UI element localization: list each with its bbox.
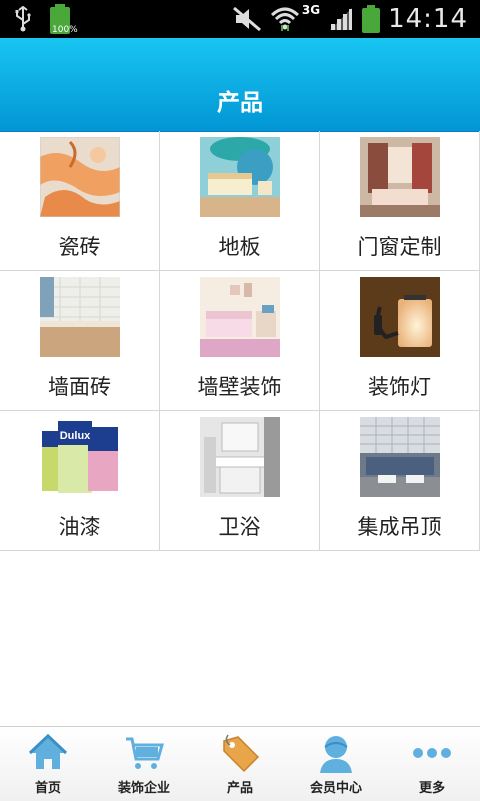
tag-icon [223,734,260,773]
nav-label: 装饰企业 [117,781,170,796]
nav-label: 更多 [418,781,445,796]
category-tile[interactable]: 卫浴 [160,411,320,551]
nav-item-more[interactable]: 更多 [384,727,480,801]
category-tile[interactable]: Dulux 油漆 [0,411,160,551]
status-bar: 100% 3G 14:14 [0,0,480,38]
category-tile[interactable]: 墙壁装饰 [160,271,320,411]
floor-photo [200,137,280,217]
category-tile[interactable]: 墙面砖 [0,271,160,411]
nav-item-member-center[interactable]: 会员中心 [288,727,384,801]
category-tile[interactable]: 集成吊顶 [320,411,480,551]
mute-icon [232,6,261,32]
ceiling-photo [360,417,440,497]
paint-photo: Dulux [40,417,120,497]
category-label: 墙面砖 [48,375,111,399]
category-label: 瓷砖 [58,235,101,259]
category-tile[interactable]: 地板 [160,131,320,271]
category-label: 卫浴 [218,515,261,539]
tile-photo [40,137,120,217]
user-icon [320,736,352,773]
paint-brand-text: Dulux [60,430,91,442]
category-label: 地板 [218,235,261,259]
category-label: 集成吊顶 [357,515,442,539]
more-icon [413,748,451,758]
category-tile[interactable]: 瓷砖 [0,131,160,271]
product-category-grid: 瓷砖 地板 门窗定制 墙面砖 墙壁装饰 装饰灯 Dulux 油漆 卫浴 集成吊顶 [0,131,480,551]
battery-icon [362,5,381,33]
category-label: 门窗定制 [357,235,442,259]
bottom-nav: 首页 装饰企业 产品 会员中心 更多 [0,726,480,801]
decor-lamp-photo [360,277,440,357]
title-bar: 产品 [0,38,480,132]
network-type: 3G [301,3,321,17]
bathroom-photo [200,417,280,497]
category-label: 油漆 [58,515,101,539]
nav-item-products[interactable]: 产品 [192,727,288,801]
page-title: 产品 [217,90,263,116]
clock: 14:14 [388,4,468,34]
nav-item-home[interactable]: 首页 [0,727,96,801]
signal-icon [330,8,353,30]
home-icon [28,733,68,769]
category-tile[interactable]: 门窗定制 [320,131,480,271]
wifi-icon [270,7,299,31]
nav-item-decor-companies[interactable]: 装饰企业 [96,727,192,801]
category-label: 墙壁装饰 [197,375,282,399]
wall-decor-photo [200,277,280,357]
cart-icon [126,737,164,769]
nav-label: 首页 [34,781,61,796]
nav-label: 产品 [226,781,253,796]
wall-tile-photo [40,277,120,357]
nav-label: 会员中心 [309,781,362,796]
battery-percent: 100% [52,25,78,35]
category-tile[interactable]: 装饰灯 [320,271,480,411]
door-window-photo [360,137,440,217]
category-label: 装饰灯 [368,375,431,399]
usb-icon [15,6,31,32]
